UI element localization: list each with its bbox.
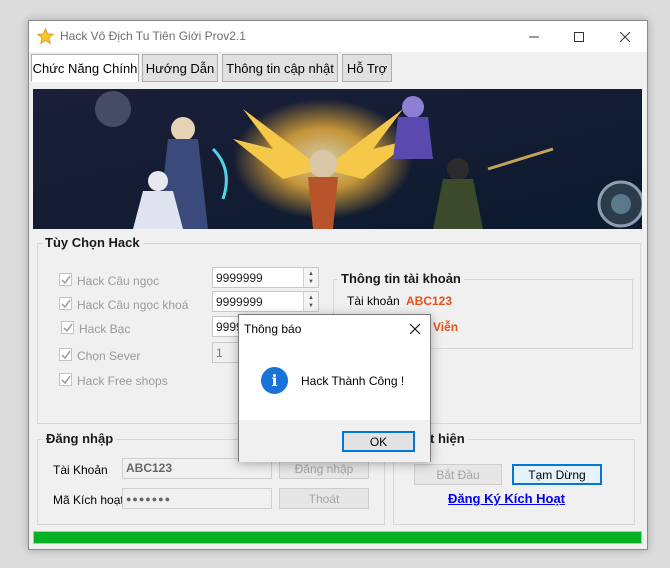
- ok-button[interactable]: OK: [342, 431, 415, 452]
- account-info-value: ABC123: [406, 294, 453, 308]
- checkbox-hack-bac[interactable]: [61, 321, 74, 334]
- register-activation-link[interactable]: Đăng Ký Kích Hoạt: [448, 491, 565, 506]
- minimize-button[interactable]: [511, 21, 557, 52]
- arrow-down-icon[interactable]: ▼: [308, 279, 314, 285]
- account-label: Tài Khoản: [53, 463, 108, 477]
- start-button[interactable]: Bắt Đầu: [414, 464, 502, 485]
- close-button[interactable]: [602, 21, 648, 52]
- check-icon: [61, 375, 71, 385]
- compass-emblem-icon: [597, 180, 642, 228]
- maximize-icon: [574, 31, 584, 42]
- pause-button[interactable]: Tạm Dừng: [512, 464, 602, 485]
- server-select[interactable]: 1: [212, 342, 240, 363]
- stepper-hack-cau-ngoc[interactable]: 9999999 ▲ ▼: [212, 267, 319, 288]
- execute-title: t hiện: [427, 431, 468, 446]
- label-hack-cau-ngoc-khoa: Hack Câu ngọc khoá: [77, 298, 189, 312]
- label-chon-sever: Chọn Sever: [77, 349, 141, 363]
- dialog-message: Hack Thành Công !: [301, 374, 405, 388]
- maximize-button[interactable]: [556, 21, 602, 52]
- label-hack-cau-ngoc: Hack Câu ngọc: [77, 274, 160, 288]
- stepper-buttons[interactable]: ▲ ▼: [303, 268, 318, 287]
- check-icon: [61, 299, 71, 309]
- dialog-close-button[interactable]: [405, 319, 425, 339]
- star-icon: [37, 28, 54, 45]
- tab-support[interactable]: Hỗ Trợ: [342, 54, 392, 82]
- minimize-icon: [529, 36, 539, 37]
- check-icon: [61, 350, 71, 360]
- progress-bar: [33, 531, 642, 544]
- check-icon: [61, 275, 71, 285]
- stepper-hack-cau-ngoc-khoa[interactable]: 9999999 ▲ ▼: [212, 291, 319, 312]
- arrow-up-icon[interactable]: ▲: [308, 271, 314, 277]
- logout-button[interactable]: Thoát: [279, 488, 369, 509]
- close-icon: [410, 324, 420, 334]
- dialog-title: Thông báo: [244, 322, 302, 336]
- account-status-value: Viễn: [433, 320, 459, 334]
- arrow-up-icon[interactable]: ▲: [308, 295, 314, 301]
- message-dialog: Thông báo i Hack Thành Công ! OK: [238, 314, 431, 462]
- account-info-title: Thông tin tài khoản: [338, 271, 464, 286]
- game-banner: [33, 89, 642, 229]
- stepper-value: 9999999: [216, 271, 263, 285]
- tab-main-functions[interactable]: Chức Năng Chính: [31, 54, 139, 82]
- label-hack-bac: Hack Bạc: [79, 322, 131, 336]
- main-window: Hack Vô Địch Tu Tiên Giới Prov2.1 Chức N…: [28, 20, 648, 550]
- checkbox-chon-sever[interactable]: [59, 348, 72, 361]
- close-icon: [620, 31, 630, 42]
- activation-key-label: Mã Kích hoạt: [53, 493, 124, 507]
- checkbox-hack-free-shops[interactable]: [59, 373, 72, 386]
- stepper-value: 9999999: [216, 320, 239, 334]
- account-info-label: Tài khoản: [347, 294, 400, 308]
- check-icon: [63, 323, 73, 333]
- info-icon: i: [261, 367, 288, 394]
- title-bar[interactable]: Hack Vô Địch Tu Tiên Giới Prov2.1: [29, 21, 647, 52]
- server-value: 1: [216, 346, 223, 360]
- login-title: Đăng nhập: [43, 431, 117, 446]
- tab-guide[interactable]: Hướng Dẫn: [142, 54, 218, 82]
- progress-fill: [34, 532, 641, 543]
- arrow-down-icon[interactable]: ▼: [308, 303, 314, 309]
- activation-key-input[interactable]: ●●●●●●●: [122, 488, 272, 509]
- tab-update-info[interactable]: Thông tin cập nhật: [222, 54, 338, 82]
- hack-options-title: Tùy Chọn Hack: [42, 235, 143, 250]
- stepper-value: 9999999: [216, 295, 263, 309]
- label-hack-free-shops: Hack Free shops: [77, 374, 168, 388]
- window-title: Hack Vô Địch Tu Tiên Giới Prov2.1: [60, 29, 246, 43]
- stepper-buttons[interactable]: ▲ ▼: [303, 292, 318, 311]
- checkbox-hack-cau-ngoc[interactable]: [59, 273, 72, 286]
- checkbox-hack-cau-ngoc-khoa[interactable]: [59, 297, 72, 310]
- stepper-hack-bac[interactable]: 9999999: [212, 316, 240, 337]
